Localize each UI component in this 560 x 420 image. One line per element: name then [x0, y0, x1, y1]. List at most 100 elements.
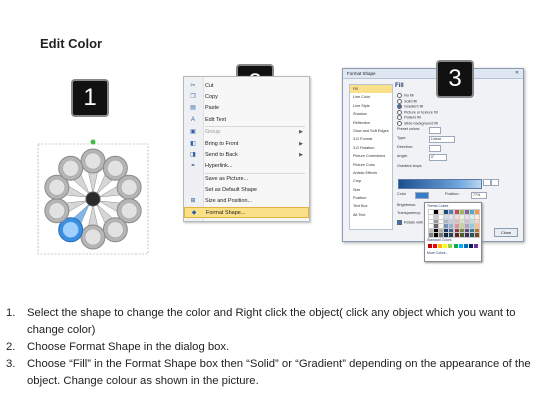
- color-swatch[interactable]: [438, 244, 443, 248]
- angle-input[interactable]: 0°: [429, 154, 447, 161]
- add-stop-button[interactable]: [483, 179, 491, 186]
- fill-heading: Fill: [395, 83, 404, 89]
- menu-item-label: Cut: [205, 83, 214, 89]
- menu-item-cut[interactable]: ✂ Cut: [184, 81, 309, 92]
- paste-icon: ▤: [190, 105, 196, 112]
- close-button[interactable]: Close: [494, 228, 518, 237]
- radio-icon: [397, 98, 402, 104]
- category-alt-text[interactable]: Alt Text: [350, 211, 392, 219]
- category-artistic-effects[interactable]: Artistic Effects: [350, 169, 392, 177]
- step-num: 1.: [6, 307, 16, 319]
- fill-option-label: Picture or texture fill: [404, 110, 438, 115]
- context-menu: ✂ Cut ❐ Copy ▤ Paste A Edit Text ▣ Group ▶ ◧ Bring t…: [183, 76, 310, 222]
- menu-item-label: Paste: [205, 105, 220, 112]
- color-swatch[interactable]: [448, 244, 453, 248]
- color-swatch[interactable]: [473, 244, 478, 248]
- type-dropdown[interactable]: Linear: [429, 136, 455, 143]
- category-crop[interactable]: Crop: [350, 177, 392, 185]
- submenu-arrow-icon: ▶: [299, 129, 303, 136]
- more-colors-link[interactable]: More Colors...: [427, 251, 448, 255]
- menu-item-group[interactable]: ▣ Group ▶: [184, 127, 309, 138]
- color-swatch[interactable]: [453, 244, 458, 248]
- center-hub[interactable]: [85, 191, 101, 207]
- category-text-box[interactable]: Text Box: [350, 202, 392, 210]
- preset-colors-label: Preset colors:: [397, 127, 421, 131]
- submenu-arrow-icon: ▶: [299, 151, 303, 158]
- gradient-stops-slider[interactable]: [398, 179, 482, 189]
- format-shape-icon: ◆: [191, 210, 197, 217]
- category-reflection[interactable]: Reflection: [350, 119, 392, 127]
- category-3-d-format[interactable]: 3-D Format: [350, 135, 392, 143]
- category-line-style[interactable]: Line Style: [350, 102, 392, 110]
- flower-shape-diagram[interactable]: [32, 136, 152, 264]
- category-picture-corrections[interactable]: Picture Corrections: [350, 152, 392, 160]
- menu-item-paste[interactable]: ▤ Paste: [184, 103, 309, 114]
- menu-item-size-and-position[interactable]: ⊞ Size and Position...: [184, 196, 309, 207]
- category-3-d-rotation[interactable]: 3-D Rotation: [350, 144, 392, 152]
- color-swatch[interactable]: [443, 244, 448, 248]
- position-input[interactable]: 77%: [471, 192, 487, 199]
- category-list: Fill Line Color Line Style Shadow Reflection…: [349, 84, 393, 230]
- fill-option-slide-background-fill[interactable]: Slide background fill: [397, 121, 438, 127]
- fill-option-label: Slide background fill: [404, 121, 438, 126]
- fill-option-label: Solid fill: [404, 99, 418, 104]
- fill-option-label: Gradient fill: [404, 104, 424, 109]
- close-icon[interactable]: ✕: [513, 70, 521, 76]
- step-number-3: 3: [438, 62, 472, 96]
- rotate-handle[interactable]: [90, 139, 96, 145]
- color-swatch[interactable]: [463, 244, 468, 248]
- menu-item-label: Copy: [205, 94, 218, 101]
- menu-item-bring-to-front[interactable]: ◧ Bring to Front ▶: [184, 139, 309, 150]
- category-picture-color[interactable]: Picture Color: [350, 161, 392, 169]
- radio-icon: [397, 121, 402, 126]
- brightness-label: Brightness:: [397, 203, 416, 207]
- category-glow-and-soft-edges[interactable]: Glow and Soft Edges: [350, 127, 392, 135]
- step-num: 3.: [6, 358, 16, 370]
- color-swatch[interactable]: [468, 244, 473, 248]
- menu-item-send-to-back[interactable]: ◨ Send to Back ▶: [184, 150, 309, 161]
- menu-item-save-as-picture[interactable]: Save as Picture...: [184, 174, 309, 185]
- menu-item-format-shape[interactable]: ◆ Format Shape...: [184, 207, 309, 219]
- color-swatch[interactable]: [458, 244, 463, 248]
- category-fill[interactable]: Fill: [350, 85, 392, 94]
- send-back-icon: ◨: [190, 151, 196, 158]
- group-icon: ▣: [190, 129, 196, 136]
- step-num: 2.: [6, 341, 16, 353]
- category-line-color[interactable]: Line Color: [350, 93, 392, 101]
- direction-label: Direction:: [397, 145, 414, 149]
- menu-item-edit-text[interactable]: A Edit Text: [184, 115, 309, 126]
- scissors-icon: ✂: [190, 83, 196, 89]
- color-picker-button[interactable]: [415, 192, 429, 199]
- radio-icon: [397, 115, 402, 121]
- remove-stop-button[interactable]: [491, 179, 499, 186]
- color-swatch[interactable]: [428, 244, 432, 248]
- menu-item-hyperlink[interactable]: ⚭ Hyperlink...: [184, 161, 309, 172]
- fill-option-label: No fill: [404, 93, 414, 98]
- radio-icon: [397, 93, 402, 98]
- menu-item-label: Send to Back: [205, 151, 238, 158]
- dialog-title: Format Shape: [343, 69, 523, 79]
- menu-item-label: Format Shape...: [206, 210, 246, 217]
- category-size[interactable]: Size: [350, 186, 392, 194]
- direction-dropdown[interactable]: [429, 145, 441, 152]
- color-swatch[interactable]: [473, 232, 480, 238]
- page-title: Edit Color: [40, 36, 103, 51]
- angle-label: Angle:: [397, 154, 408, 158]
- preset-colors-dropdown[interactable]: [429, 127, 441, 134]
- menu-item-copy[interactable]: ❐ Copy: [184, 92, 309, 103]
- menu-item-set-as-default-shape[interactable]: Set as Default Shape: [184, 185, 309, 196]
- bring-front-icon: ◧: [190, 140, 196, 147]
- type-label: Type:: [397, 136, 407, 140]
- category-shadow[interactable]: Shadow: [350, 110, 392, 118]
- theme-colors-label: Theme Colors: [427, 204, 449, 208]
- category-position[interactable]: Position: [350, 194, 392, 202]
- color-swatch[interactable]: [433, 244, 438, 248]
- menu-item-label: Bring to Front: [205, 140, 239, 147]
- color-label: Color: [397, 192, 407, 196]
- step-text: Choose “Fill” in the Format Shape box th…: [27, 358, 531, 387]
- gradient-stops-label: Gradient stops: [397, 164, 422, 168]
- menu-item-label: Size and Position...: [205, 198, 253, 204]
- hyperlink-icon: ⚭: [190, 162, 196, 169]
- transparency-label: Transparency:: [397, 211, 422, 215]
- standard-colors-label: Standard Colors: [427, 238, 452, 242]
